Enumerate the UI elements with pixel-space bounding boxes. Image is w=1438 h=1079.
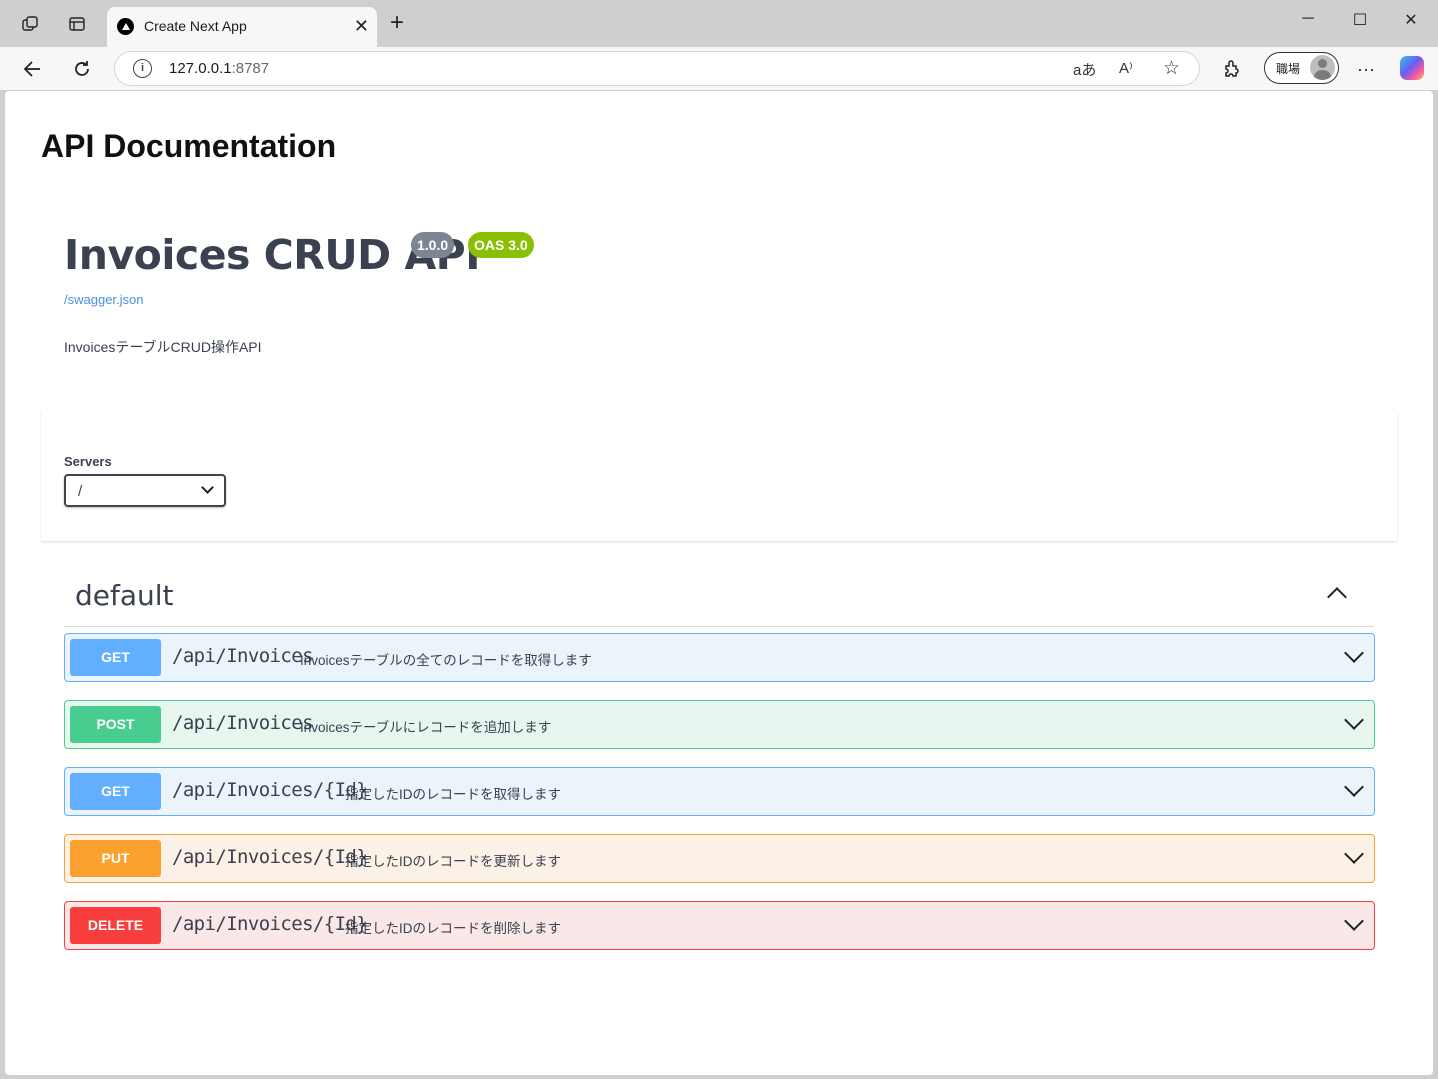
chevron-down-icon (201, 481, 214, 494)
operation-summary: 指定したIDのレコードを取得します (345, 787, 561, 802)
chevron-down-icon[interactable] (1344, 643, 1364, 663)
refresh-icon[interactable] (68, 55, 96, 83)
servers-select[interactable]: / (64, 474, 226, 507)
operation-get-invoice-by-id[interactable]: GET /api/Invoices/{Id} 指定したIDのレコードを取得します (64, 767, 1375, 816)
tab-close-icon[interactable]: ✕ (354, 16, 369, 37)
operation-post-invoices[interactable]: POST /api/Invoices Invoicesテーブルにレコードを追加し… (64, 700, 1375, 749)
page-title: API Documentation (41, 128, 337, 164)
method-badge: GET (70, 639, 161, 676)
servers-label: Servers (64, 454, 112, 469)
method-badge: PUT (70, 840, 161, 877)
operation-summary: Invoicesテーブルの全てのレコードを取得します (300, 653, 592, 668)
method-badge: POST (70, 706, 161, 743)
servers-section: Servers / (41, 411, 1397, 541)
chevron-down-icon[interactable] (1344, 911, 1364, 931)
read-aloud-icon[interactable]: A⁾ (1119, 59, 1133, 77)
maximize-icon[interactable]: ☐ (1345, 10, 1375, 30)
site-info-icon[interactable]: i (133, 59, 152, 78)
servers-selected-value: / (78, 483, 83, 500)
more-options-icon[interactable]: ··· (1352, 55, 1380, 83)
copilot-icon[interactable] (1400, 56, 1424, 80)
nextjs-favicon-icon (117, 18, 134, 35)
minimize-icon[interactable]: ─ (1293, 10, 1323, 28)
chevron-down-icon[interactable] (1344, 844, 1364, 864)
version-badge: 1.0.0 (411, 232, 455, 258)
operation-path: /api/Invoices (172, 712, 314, 734)
chevron-down-icon[interactable] (1344, 777, 1364, 797)
favorite-star-icon[interactable]: ☆ (1163, 57, 1180, 80)
workspaces-icon[interactable] (18, 12, 42, 36)
operation-path: /api/Invoices/{Id} (172, 913, 368, 935)
operation-summary: 指定したIDのレコードを削除します (345, 921, 561, 936)
method-badge: DELETE (70, 907, 161, 944)
api-description: InvoicesテーブルCRUD操作API (64, 339, 262, 355)
browser-toolbar: i 127.0.0.1:8787 aあ A⁾ ☆ 職場 ··· (0, 47, 1438, 90)
operation-path: /api/Invoices/{Id} (172, 779, 368, 801)
translate-icon[interactable]: aあ (1073, 59, 1096, 80)
swagger-json-link[interactable]: /swagger.json (64, 292, 144, 307)
tab-title: Create Next App (144, 18, 247, 34)
operation-get-invoices[interactable]: GET /api/Invoices Invoicesテーブルの全てのレコードを取… (64, 633, 1375, 682)
chevron-up-icon[interactable] (1327, 587, 1347, 607)
operation-path: /api/Invoices/{Id} (172, 846, 368, 868)
method-badge: GET (70, 773, 161, 810)
oas-badge: OAS 3.0 (468, 232, 534, 258)
operation-summary: 指定したIDのレコードを更新します (345, 854, 561, 869)
chevron-down-icon[interactable] (1344, 710, 1364, 730)
tag-name: default (75, 579, 174, 612)
vertical-tabs-icon[interactable] (65, 12, 89, 36)
browser-tab-active[interactable]: Create Next App ✕ (107, 7, 377, 47)
operation-put-invoice-by-id[interactable]: PUT /api/Invoices/{Id} 指定したIDのレコードを更新します (64, 834, 1375, 883)
close-window-icon[interactable]: ✕ (1396, 10, 1426, 30)
operation-path: /api/Invoices (172, 645, 314, 667)
extensions-icon[interactable] (1218, 55, 1246, 83)
operation-summary: Invoicesテーブルにレコードを追加します (300, 720, 552, 735)
address-bar[interactable]: i 127.0.0.1:8787 aあ A⁾ ☆ (114, 51, 1200, 86)
profile-label: 職場 (1276, 62, 1301, 76)
new-tab-icon[interactable]: + (390, 11, 404, 35)
page-content: API Documentation Invoices CRUD API 1.0.… (5, 91, 1433, 1075)
back-icon[interactable] (18, 55, 46, 83)
browser-tab-bar: Create Next App ✕ + ─ ☐ ✕ (0, 0, 1438, 47)
tag-section-header[interactable]: default (64, 571, 1374, 627)
operation-delete-invoice-by-id[interactable]: DELETE /api/Invoices/{Id} 指定したIDのレコードを削除… (64, 901, 1375, 950)
avatar (1310, 55, 1335, 80)
url-text: 127.0.0.1:8787 (169, 60, 270, 77)
profile-button[interactable]: 職場 (1264, 52, 1339, 84)
